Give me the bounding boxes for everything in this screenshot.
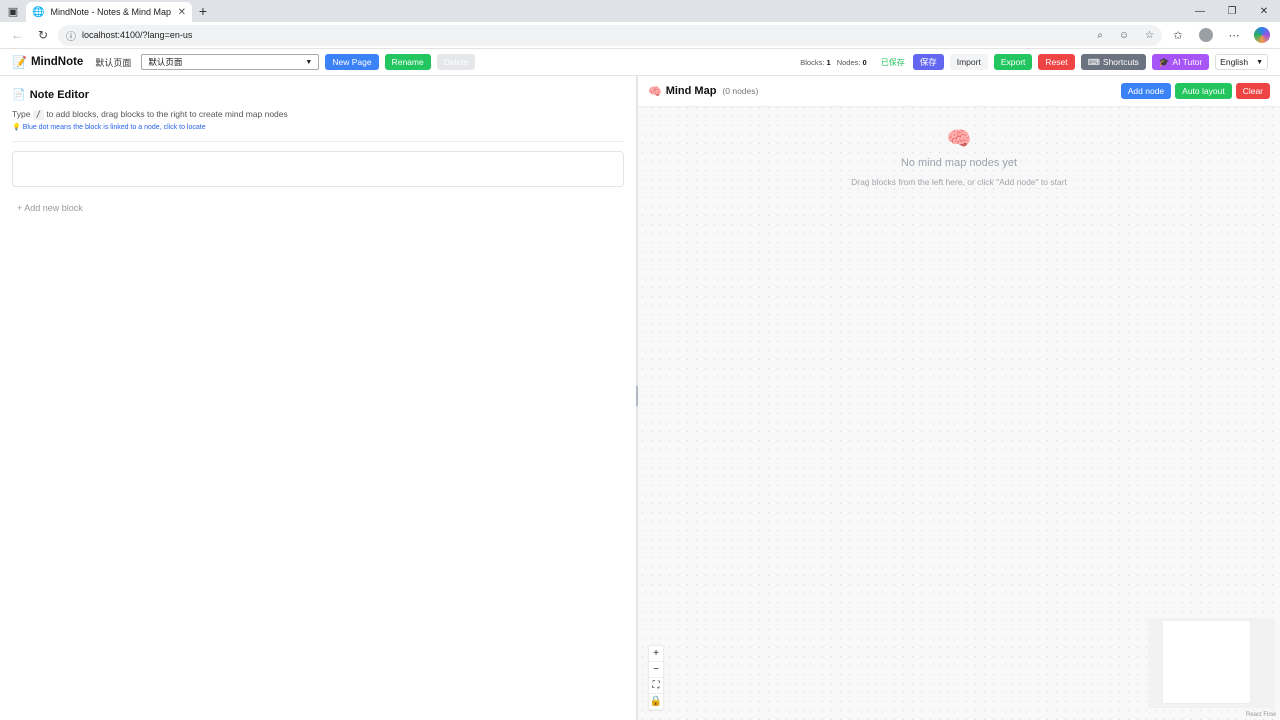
note-block[interactable]: [12, 151, 624, 187]
address-toolbar: ← ↻ ⓘ localhost:4100/?lang=en-us ⌕ ☺ ☆ ✩…: [0, 22, 1280, 49]
profile-icon[interactable]: [1194, 24, 1218, 46]
brand-name: MindNote: [30, 56, 84, 68]
slash-key: /: [32, 110, 44, 120]
mind-map-header: 🧠 Mind Map (0 nodes) Add node Auto layou…: [638, 76, 1280, 107]
lightbulb-icon: 💡: [12, 124, 21, 131]
app-toolbar: 📝 MindNote 默认页面 默认页面 ▼ New Page Rename D…: [0, 49, 1280, 76]
chevron-down-icon: ▼: [305, 58, 313, 66]
import-button[interactable]: Import: [949, 54, 988, 70]
address-bar[interactable]: ⓘ localhost:4100/?lang=en-us ⌕ ☺ ☆: [58, 24, 1162, 46]
editor-title: 📄 Note Editor: [12, 88, 89, 102]
zoom-icon[interactable]: ⌕: [1097, 30, 1103, 41]
chevron-down-icon: ▼: [1256, 58, 1263, 66]
nodes-stat: Nodes: 0: [836, 57, 867, 67]
note-editor-panel: 📄 Note Editor Type / to add blocks, drag…: [0, 76, 638, 720]
add-block-button[interactable]: + Add new block: [17, 203, 624, 213]
clear-button[interactable]: Clear: [1235, 83, 1270, 99]
more-menu-icon[interactable]: ⋯: [1222, 24, 1246, 46]
delete-button[interactable]: Delete: [436, 54, 476, 70]
save-button[interactable]: 保存: [912, 54, 944, 70]
zoom-controls: + − ⛶ 🔒: [649, 646, 663, 710]
ai-tutor-button[interactable]: 🎓 AI Tutor: [1151, 54, 1210, 70]
globe-icon: 🌐: [32, 6, 45, 18]
copilot-icon[interactable]: [1250, 24, 1274, 46]
close-window-icon[interactable]: ✕: [1248, 0, 1280, 22]
mind-map-title: Mind Map: [665, 85, 717, 97]
current-page-label: 默认页面: [95, 57, 132, 68]
new-tab-icon[interactable]: +: [192, 3, 214, 19]
blocks-stat: Blocks: 1: [800, 57, 831, 67]
mind-map-panel[interactable]: 🧠 Mind Map (0 nodes) Add node Auto layou…: [638, 76, 1280, 720]
url-text: localhost:4100/?lang=en-us: [82, 30, 193, 40]
site-info-icon[interactable]: ⓘ: [66, 28, 76, 43]
browser-tab[interactable]: 🌐 MindNote - Notes & Mind Map ✕: [26, 2, 192, 22]
browser-tabbar: ▣ 🌐 MindNote - Notes & Mind Map ✕ + — ❐ …: [0, 0, 1280, 22]
page-select[interactable]: 默认页面 ▼: [141, 54, 320, 70]
empty-subtitle: Drag blocks from the left here, or click…: [851, 177, 1067, 187]
shortcuts-button[interactable]: ⌨ Shortcuts: [1080, 54, 1146, 70]
tab-title: MindNote - Notes & Mind Map: [50, 7, 171, 17]
node-count: (0 nodes): [722, 86, 759, 96]
window-controls: — ❐ ✕: [1184, 0, 1280, 22]
minimap[interactable]: [1148, 618, 1275, 708]
brain-icon: 🧠: [648, 85, 662, 98]
language-select[interactable]: English ▼: [1215, 54, 1268, 70]
empty-title: No mind map nodes yet: [900, 157, 1018, 169]
fit-view-icon[interactable]: ⛶: [649, 678, 663, 694]
zoom-in-icon[interactable]: +: [649, 646, 663, 662]
blue-dot-hint: 💡 Blue dot means the block is linked to …: [12, 123, 206, 132]
editor-hint: Type / to add blocks, drag blocks to the…: [12, 109, 288, 120]
reset-button[interactable]: Reset: [1038, 54, 1075, 70]
brain-icon: 🧠: [946, 128, 972, 150]
zoom-out-icon[interactable]: −: [649, 662, 663, 678]
saved-status: 已保存: [880, 57, 905, 67]
keyboard-icon: ⌨: [1087, 56, 1100, 67]
new-page-button[interactable]: New Page: [325, 54, 379, 70]
refresh-icon[interactable]: ↻: [32, 24, 54, 46]
graduation-cap-icon: 🎓: [1158, 56, 1170, 67]
restore-icon[interactable]: ❐: [1216, 0, 1248, 22]
page-select-value: 默认页面: [148, 57, 183, 67]
reader-icon[interactable]: ☺: [1119, 30, 1129, 41]
memo-icon: 📝: [12, 55, 27, 69]
favorites-icon[interactable]: ✩: [1166, 24, 1190, 46]
lock-icon[interactable]: 🔒: [649, 694, 663, 710]
back-icon[interactable]: ←: [6, 24, 28, 46]
auto-layout-button[interactable]: Auto layout: [1175, 83, 1232, 99]
close-tab-icon[interactable]: ✕: [178, 7, 186, 18]
add-node-button[interactable]: Add node: [1120, 83, 1172, 99]
page-icon: 📄: [12, 89, 26, 101]
minimap-viewport: [1162, 620, 1251, 704]
main-area: 📄 Note Editor Type / to add blocks, drag…: [0, 76, 1280, 720]
minimize-icon[interactable]: —: [1184, 0, 1216, 22]
empty-state: 🧠 No mind map nodes yet Drag blocks from…: [638, 126, 1280, 187]
stats: Blocks: 1 Nodes: 0: [800, 58, 866, 67]
tab-actions-icon[interactable]: ▣: [0, 0, 26, 22]
divider: [12, 141, 624, 142]
export-button[interactable]: Export: [993, 54, 1033, 70]
favorite-star-icon[interactable]: ☆: [1145, 30, 1154, 41]
brand: 📝 MindNote: [12, 55, 83, 69]
rename-button[interactable]: Rename: [384, 54, 431, 70]
react-flow-attribution[interactable]: React Flow: [1246, 712, 1276, 718]
